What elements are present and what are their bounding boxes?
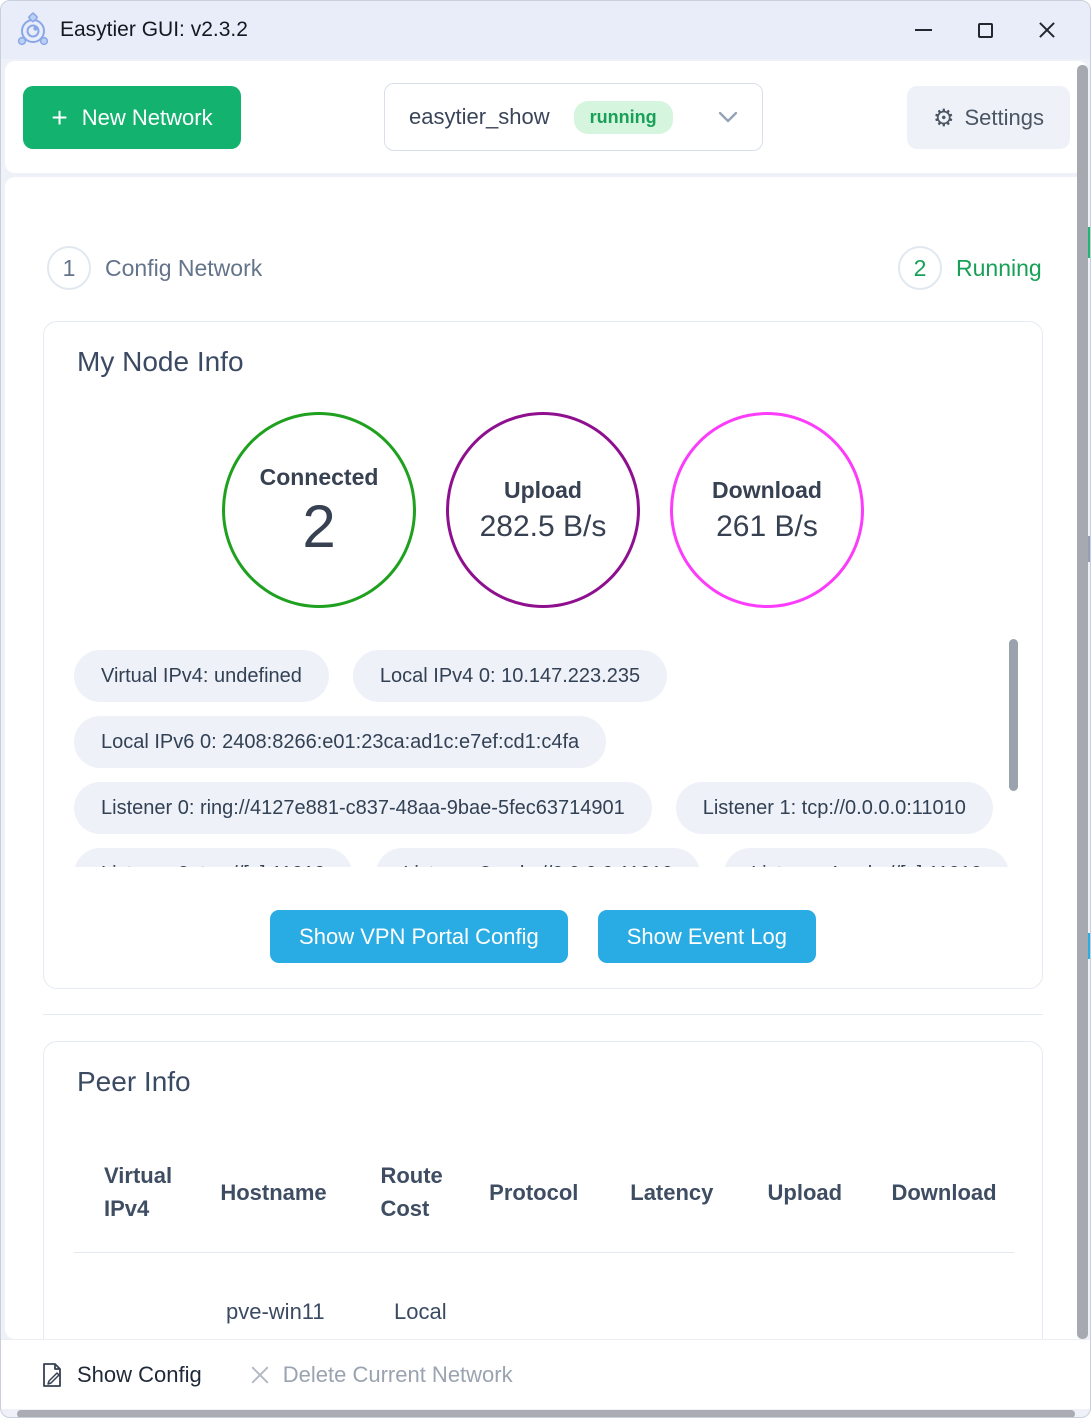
new-network-button[interactable]: + New Network: [23, 86, 241, 149]
show-event-log-button[interactable]: Show Event Log: [598, 910, 816, 963]
horizontal-scrollbar[interactable]: [17, 1410, 1075, 1418]
download-label: Download: [712, 477, 822, 504]
tag-local-ipv6: Local IPv6 0: 2408:8266:e01:23ca:ad1c:e7…: [74, 716, 606, 768]
connected-value: 2: [302, 497, 335, 557]
cell-virtual-ipv4: [104, 1299, 226, 1325]
settings-button[interactable]: ⚙ Settings: [907, 86, 1070, 149]
tag-virtual-ipv4: Virtual IPv4: undefined: [74, 650, 329, 702]
delete-x-icon: [250, 1365, 270, 1385]
tag-listener-0: Listener 0: ring://4127e881-c837-48aa-9b…: [74, 782, 652, 834]
column-route-cost: Route Cost: [380, 1159, 489, 1225]
close-icon: [1038, 21, 1056, 39]
tags-scrollbar[interactable]: [1009, 639, 1018, 791]
table-row: pve-win11 Local: [44, 1253, 1043, 1325]
column-hostname: Hostname: [220, 1176, 380, 1209]
cell-hostname: pve-win11: [226, 1299, 394, 1325]
peer-table-header: Virtual IPv4 Hostname Route Cost Protoco…: [44, 1132, 1043, 1252]
window-title: Easytier GUI: v2.3.2: [60, 18, 248, 42]
connected-label: Connected: [260, 464, 379, 491]
delete-network-label: Delete Current Network: [283, 1362, 513, 1388]
node-tags-area[interactable]: Virtual IPv4: undefined Local IPv4 0: 10…: [74, 650, 1022, 867]
step1-label: Config Network: [105, 255, 262, 282]
upload-value: 282.5 B/s: [480, 510, 607, 544]
cell-route-cost: Local: [394, 1299, 508, 1325]
upload-label: Upload: [504, 477, 582, 504]
column-protocol: Protocol: [489, 1176, 630, 1209]
new-network-label: New Network: [82, 105, 213, 131]
peer-info-title: Peer Info: [77, 1066, 191, 1098]
tag-listener-1: Listener 1: tcp://0.0.0.0:11010: [676, 782, 993, 834]
peer-table: Virtual IPv4 Hostname Route Cost Protoco…: [44, 1132, 1043, 1325]
minimize-icon: [915, 29, 932, 31]
settings-label: Settings: [965, 105, 1045, 131]
vertical-scrollbar[interactable]: [1077, 65, 1088, 1339]
tag-row: Virtual IPv4: undefined Local IPv4 0: 10…: [74, 650, 1022, 702]
app-logo-icon: [15, 12, 51, 48]
node-buttons-row: Show VPN Portal Config Show Event Log: [44, 910, 1042, 963]
network-status-badge: running: [574, 101, 673, 134]
download-stat-circle: Download 261 B/s: [670, 412, 864, 608]
window-controls: [892, 1, 1078, 59]
app-window: Easytier GUI: v2.3.2 + New Network easyt…: [0, 0, 1091, 1418]
node-info-card: My Node Info Connected 2 Upload 282.5 B/…: [43, 321, 1043, 989]
plus-icon: +: [51, 104, 67, 132]
show-config-button[interactable]: Show Config: [41, 1362, 202, 1388]
network-name: easytier_show: [409, 104, 550, 130]
column-upload: Upload: [768, 1176, 892, 1209]
maximize-button[interactable]: [954, 1, 1016, 59]
section-divider: [43, 1014, 1043, 1015]
connected-stat-circle: Connected 2: [222, 412, 416, 608]
main-content: 1 Config Network 2 Running My Node Info …: [5, 177, 1088, 1339]
minimize-button[interactable]: [892, 1, 954, 59]
show-vpn-portal-config-button[interactable]: Show VPN Portal Config: [270, 910, 568, 963]
tag-row: Local IPv6 0: 2408:8266:e01:23ca:ad1c:e7…: [74, 716, 1022, 768]
tag-listener-3: Listener 3: udp://0.0.0.0:11010: [376, 848, 700, 867]
tag-listener-2: Listener 2: tcp://[::]:11010: [74, 848, 352, 867]
delete-current-network-button[interactable]: Delete Current Network: [250, 1362, 513, 1388]
gear-icon: ⚙: [933, 106, 955, 130]
node-stats-row: Connected 2 Upload 282.5 B/s Download 26…: [44, 412, 1042, 612]
node-info-title: My Node Info: [77, 346, 244, 378]
footer-bar: Show Config Delete Current Network: [1, 1339, 1091, 1409]
tag-row: Listener 0: ring://4127e881-c837-48aa-9b…: [74, 782, 1022, 834]
step-config-network: 1 Config Network: [47, 246, 262, 290]
title-bar: Easytier GUI: v2.3.2: [1, 1, 1091, 59]
tag-row: Listener 2: tcp://[::]:11010 Listener 3:…: [74, 848, 1022, 867]
step-running: 2 Running: [898, 246, 1042, 290]
tag-listener-4: Listener 4: udp://[::]:11010: [724, 848, 1009, 867]
step1-circle: 1: [47, 246, 91, 290]
download-value: 261 B/s: [716, 510, 818, 544]
network-select[interactable]: easytier_show running: [384, 83, 763, 151]
step2-label: Running: [956, 255, 1042, 282]
maximize-icon: [978, 23, 993, 38]
upload-stat-circle: Upload 282.5 B/s: [446, 412, 640, 608]
tag-local-ipv4: Local IPv4 0: 10.147.223.235: [353, 650, 667, 702]
toolbar: + New Network easytier_show running ⚙ Se…: [5, 61, 1088, 173]
column-virtual-ipv4: Virtual IPv4: [104, 1159, 220, 1225]
close-button[interactable]: [1016, 1, 1078, 59]
column-download: Download: [891, 1176, 1043, 1209]
step2-circle: 2: [898, 246, 942, 290]
show-config-label: Show Config: [77, 1362, 202, 1388]
file-edit-icon: [41, 1362, 64, 1388]
chevron-down-icon: [718, 111, 738, 123]
column-latency: Latency: [630, 1176, 767, 1209]
peer-info-card: Peer Info Virtual IPv4 Hostname Route Co…: [43, 1041, 1043, 1339]
